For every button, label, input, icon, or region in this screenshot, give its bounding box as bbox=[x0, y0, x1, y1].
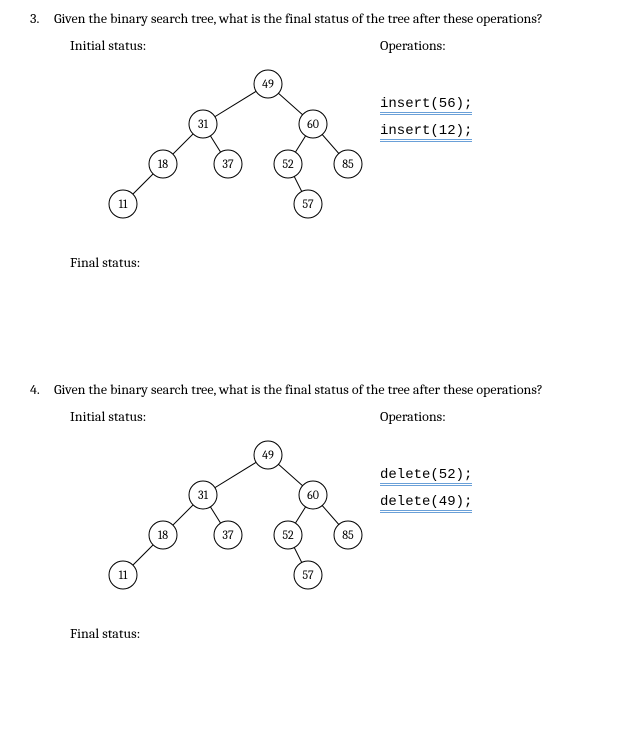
question-4: 4. Given the binary search tree, what is… bbox=[30, 381, 588, 642]
operations-label: Operations: bbox=[380, 37, 588, 54]
operations-list: insert(56); insert(12); bbox=[380, 94, 588, 148]
node-value: 57 bbox=[302, 568, 314, 582]
node-value: 85 bbox=[342, 157, 354, 171]
node-value: 37 bbox=[222, 528, 234, 542]
node-value: 18 bbox=[158, 528, 168, 542]
node-value: 31 bbox=[198, 488, 209, 502]
final-status-label: Final status: bbox=[70, 625, 588, 642]
node-value: 52 bbox=[282, 528, 294, 542]
node-value: 11 bbox=[119, 568, 128, 582]
node-value: 49 bbox=[262, 448, 274, 462]
initial-status-label: Initial status: bbox=[70, 408, 370, 425]
question-3: 3. Given the binary search tree, what is… bbox=[30, 10, 588, 361]
operations-label: Operations: bbox=[380, 408, 588, 425]
operation-code: insert(12); bbox=[380, 123, 472, 142]
page: 3. Given the binary search tree, what is… bbox=[0, 0, 618, 734]
operations-list: delete(52); delete(49); bbox=[380, 465, 588, 519]
node-value: 18 bbox=[158, 157, 168, 171]
initial-status-label: Initial status: bbox=[70, 37, 370, 54]
operation-code: delete(49); bbox=[380, 494, 472, 513]
node-value: 60 bbox=[307, 117, 319, 131]
node-value: 85 bbox=[342, 528, 354, 542]
bst-diagram: 49 31 60 18 37 52 85 11 57 bbox=[70, 435, 370, 615]
node-value: 52 bbox=[282, 157, 294, 171]
node-value: 60 bbox=[307, 488, 319, 502]
bst-diagram: 49 31 60 18 37 52 85 11 57 bbox=[70, 64, 370, 244]
node-value: 11 bbox=[119, 197, 128, 211]
final-status-label: Final status: bbox=[70, 254, 588, 271]
node-value: 57 bbox=[302, 197, 314, 211]
operation-code: delete(52); bbox=[380, 467, 472, 486]
question-number: 4. bbox=[30, 381, 54, 398]
node-value: 31 bbox=[198, 117, 209, 131]
question-prompt: Given the binary search tree, what is th… bbox=[54, 10, 588, 27]
operation-code: insert(56); bbox=[380, 96, 472, 115]
node-value: 49 bbox=[262, 77, 274, 91]
question-prompt: Given the binary search tree, what is th… bbox=[54, 381, 588, 398]
question-number: 3. bbox=[30, 10, 54, 27]
node-value: 37 bbox=[222, 157, 234, 171]
